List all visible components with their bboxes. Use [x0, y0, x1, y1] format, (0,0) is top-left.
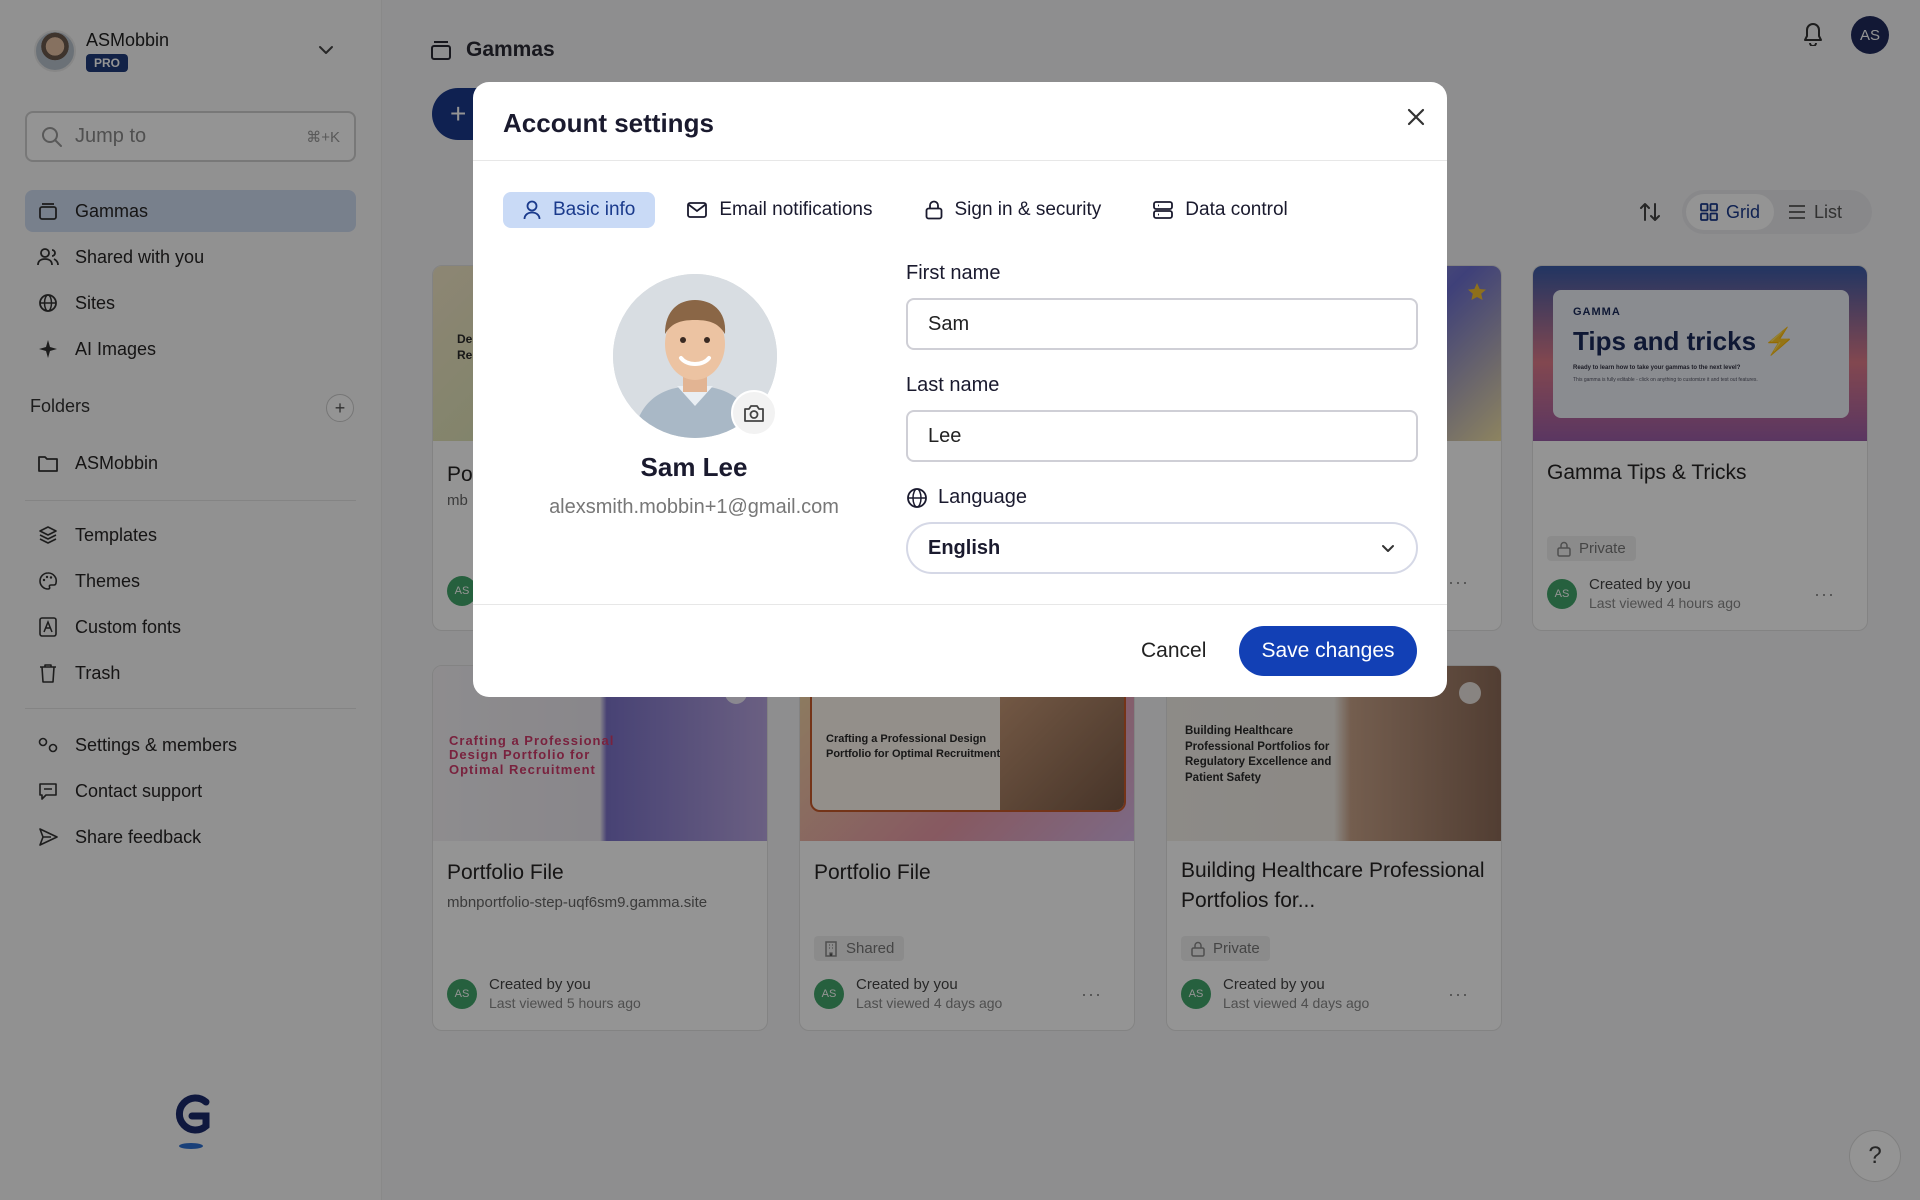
globe-icon [907, 487, 927, 508]
close-icon [1407, 108, 1425, 126]
profile-name: Sam Lee [640, 452, 748, 482]
tab-label: Basic info [553, 199, 636, 220]
last-name-label: Last name [906, 374, 1000, 396]
database-icon [1153, 201, 1174, 219]
divider [473, 604, 1447, 605]
camera-icon [744, 405, 764, 422]
lock-icon [925, 200, 942, 220]
first-name-field[interactable]: Sam [906, 298, 1418, 350]
tab-label: Data control [1185, 199, 1288, 220]
mail-icon [687, 202, 708, 218]
language-label-text: Language [938, 486, 1027, 508]
settings-tabs: Basic info Email notifications Sign in &… [503, 192, 1320, 228]
tab-sign-in-security[interactable]: Sign in & security [905, 192, 1122, 228]
chevron-down-icon [1382, 545, 1394, 552]
tab-basic-info[interactable]: Basic info [503, 192, 656, 228]
language-label: Language [906, 486, 1027, 509]
last-name-field[interactable]: Lee [906, 410, 1418, 462]
tab-email-notifications[interactable]: Email notifications [667, 192, 892, 228]
tab-label: Sign in & security [954, 199, 1102, 220]
tab-label: Email notifications [719, 199, 873, 220]
dialog-title: Account settings [503, 108, 714, 138]
close-button[interactable] [1399, 100, 1433, 134]
tab-data-control[interactable]: Data control [1133, 192, 1307, 228]
first-name-label: First name [906, 262, 1001, 284]
language-value: English [928, 536, 1001, 559]
divider [473, 160, 1447, 161]
language-select[interactable]: English [906, 522, 1418, 574]
account-settings-dialog: Account settings Basic info Email notifi… [473, 82, 1447, 697]
profile-email: alexsmith.mobbin+1@gmail.com [549, 496, 839, 518]
user-icon [523, 200, 541, 220]
save-changes-button[interactable]: Save changes [1239, 626, 1417, 676]
cancel-button[interactable]: Cancel [1123, 626, 1224, 676]
change-photo-button[interactable] [731, 390, 777, 436]
